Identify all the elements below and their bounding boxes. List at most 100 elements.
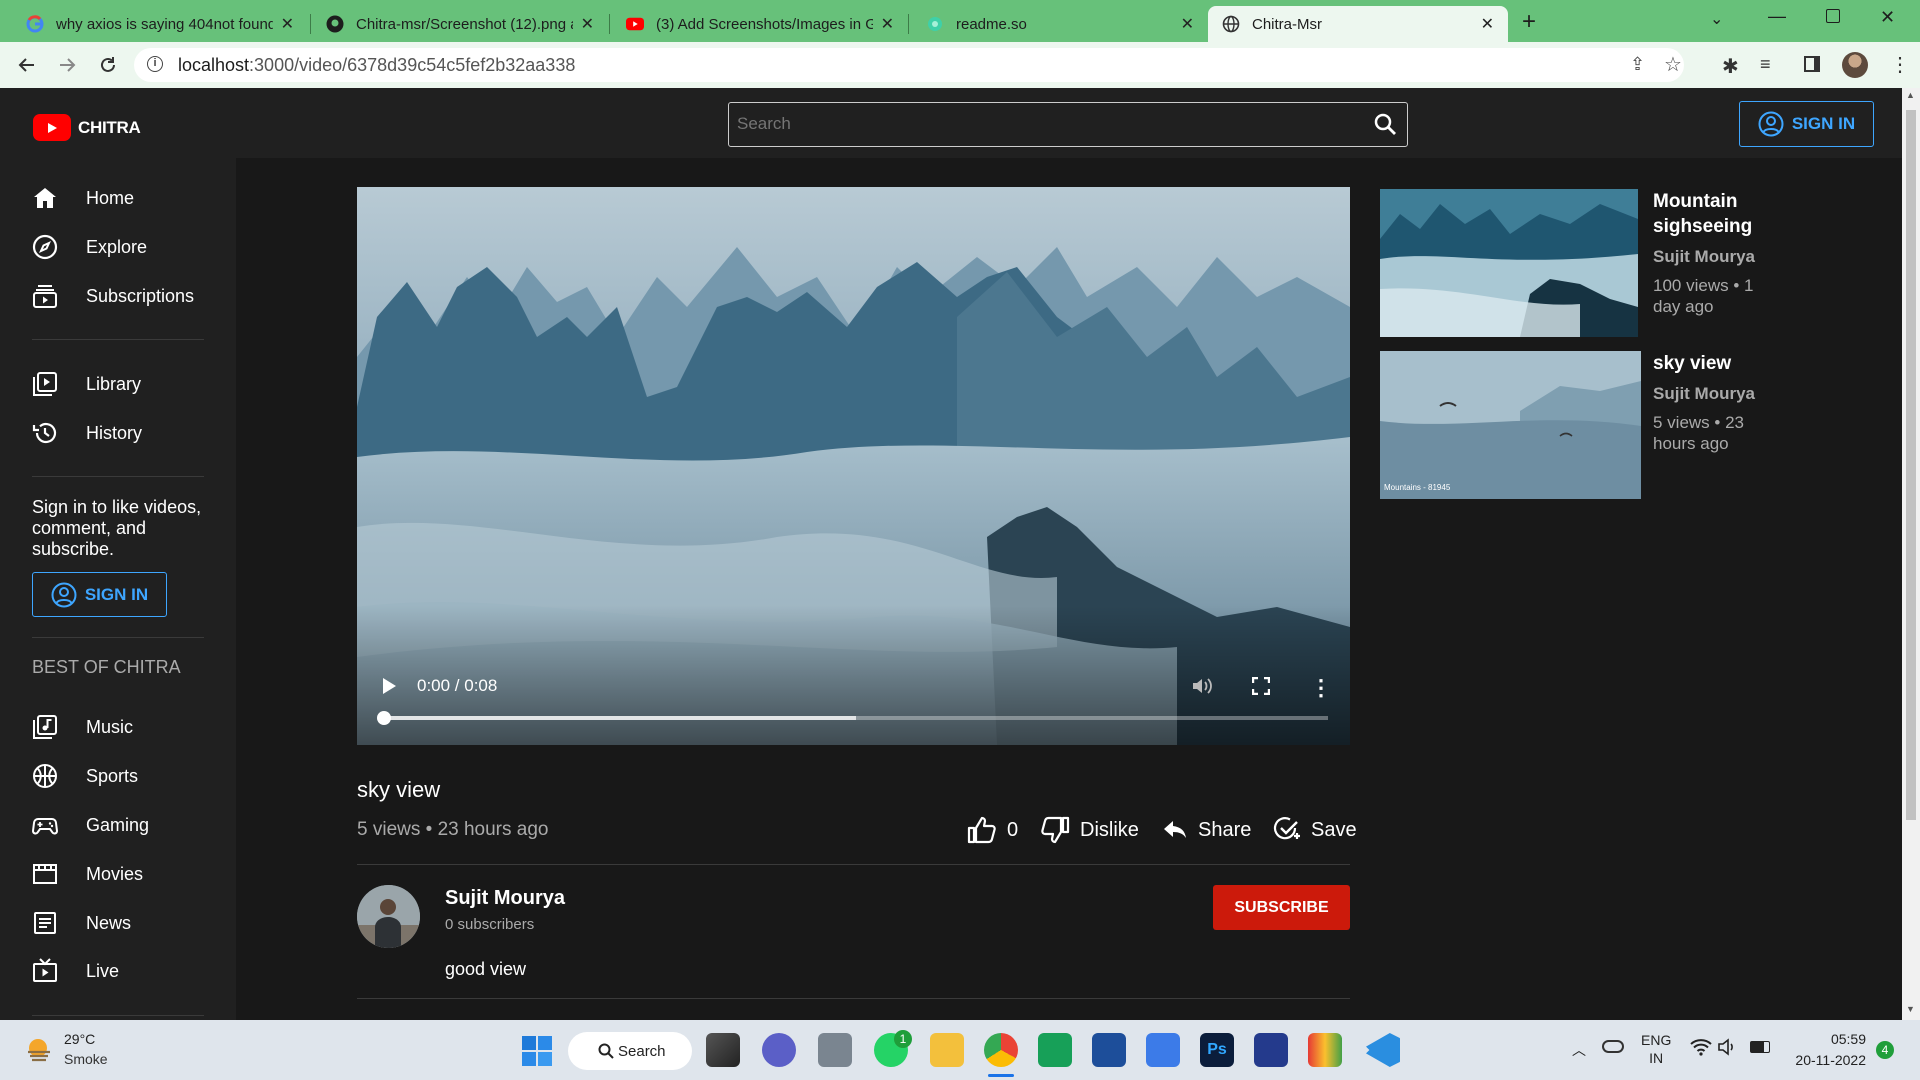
recommendation-thumbnail[interactable] (1380, 189, 1638, 337)
recommendation-thumbnail[interactable]: Mountains - 81945 (1380, 351, 1641, 499)
page-scrollbar[interactable]: ▲ ▼ (1902, 88, 1920, 1020)
profile-avatar[interactable] (1842, 52, 1868, 78)
back-icon[interactable] (15, 53, 39, 77)
chevron-up-icon[interactable]: ︿ (1572, 1040, 1586, 1060)
search-input[interactable] (737, 111, 1337, 137)
header-signin-button[interactable]: SIGN IN (1739, 101, 1874, 147)
browser-tab-2[interactable]: Chitra-msr/Screenshot (12).png a ✕ (312, 6, 608, 42)
browser-tab-4[interactable]: readme.so ✕ (912, 6, 1208, 42)
recommendation-info: Mountain sighseeing Sujit Mourya 100 vie… (1653, 189, 1783, 317)
recommendation-title[interactable]: Mountain sighseeing (1653, 189, 1783, 239)
sidebar-item-explore[interactable]: Explore (32, 232, 147, 262)
search-icon[interactable] (1373, 112, 1397, 141)
sidebar-item-library[interactable]: Library (32, 369, 141, 399)
weather-icon[interactable] (24, 1034, 54, 1064)
app-logo[interactable]: CHITRA (33, 114, 141, 141)
subscribe-label: SUBSCRIBE (1234, 898, 1329, 916)
sidebar-divider (32, 637, 204, 638)
header-signin-label: SIGN IN (1791, 114, 1856, 133)
sidebar-item-label: Movies (86, 863, 144, 884)
photoshop-icon[interactable]: Ps (1200, 1033, 1234, 1067)
paint-icon[interactable] (1308, 1033, 1342, 1067)
github-icon (326, 15, 344, 33)
sidebar-item-live[interactable]: Live (32, 956, 119, 986)
sidebar-signin-button[interactable]: SIGN IN (32, 572, 167, 617)
browser-tab-title: Chitra-msr/Screenshot (12).png a (356, 15, 573, 33)
maximize-icon[interactable] (1826, 9, 1840, 23)
new-tab-icon[interactable]: + (1522, 8, 1536, 36)
sidebar-item-movies[interactable]: Movies (32, 859, 143, 889)
search-box (728, 102, 1408, 147)
description-divider (357, 998, 1350, 999)
browser-tab-title: why axios is saying 404not found (56, 15, 273, 33)
dislike-button[interactable]: Dislike (1040, 814, 1139, 846)
sidebar-item-subscriptions[interactable]: Subscriptions (32, 281, 194, 311)
close-icon[interactable]: ✕ (881, 14, 894, 34)
volume-icon[interactable] (1191, 676, 1213, 701)
fullscreen-icon[interactable] (1251, 676, 1271, 700)
share-button[interactable]: Share (1162, 814, 1251, 846)
sidebar-item-news[interactable]: News (32, 908, 131, 938)
calculator-icon[interactable] (818, 1033, 852, 1067)
recommendation-card[interactable]: Mountain sighseeing Sujit Mourya 100 vie… (1380, 189, 1830, 339)
windows-start-icon[interactable] (522, 1036, 552, 1071)
photos-icon[interactable] (1254, 1033, 1288, 1067)
close-icon[interactable]: ✕ (1481, 14, 1494, 34)
side-panel-icon[interactable] (1804, 56, 1820, 72)
clock-date[interactable]: 20-11-2022 (1788, 1052, 1866, 1068)
reload-icon[interactable] (96, 53, 120, 77)
recommendation-title[interactable]: sky view (1653, 351, 1783, 376)
notification-badge[interactable]: 4 (1876, 1041, 1894, 1059)
sidebar-item-sports[interactable]: Sports (32, 761, 138, 791)
weather-desc: Smoke (64, 1051, 108, 1067)
forward-icon[interactable] (55, 53, 79, 77)
save-button[interactable]: Save (1273, 814, 1357, 846)
video-player[interactable]: 0:00 / 0:08 ⋮ (357, 187, 1350, 745)
sports-icon (32, 763, 58, 789)
seek-thumb[interactable] (377, 711, 391, 725)
address-bar[interactable]: i localhost:3000/video/6378d39c54c5fef2b… (134, 48, 1684, 82)
file-explorer-icon[interactable] (930, 1033, 964, 1067)
browser-tab-3[interactable]: (3) Add Screenshots/Images in G ✕ (612, 6, 908, 42)
clock-time[interactable]: 05:59 (1794, 1031, 1866, 1047)
minimize-icon[interactable]: — (1768, 6, 1786, 27)
browser-tab-5-active[interactable]: Chitra-Msr ✕ (1208, 6, 1508, 42)
recommendation-card[interactable]: Mountains - 81945 sky view Sujit Mourya … (1380, 351, 1830, 501)
chrome-icon[interactable] (984, 1033, 1018, 1067)
browser-menu-icon[interactable]: ⋮ (1890, 52, 1910, 77)
sidebar-item-music[interactable]: Music (32, 712, 133, 742)
notepad-icon[interactable] (1146, 1033, 1180, 1067)
browser-tab-1[interactable]: why axios is saying 404not found ✕ (12, 6, 308, 42)
close-icon[interactable]: ✕ (1181, 14, 1194, 34)
like-button[interactable]: 0 (967, 814, 1018, 846)
play-icon[interactable] (381, 677, 397, 700)
channel-name[interactable]: Sujit Mourya (445, 887, 565, 910)
channel-avatar[interactable] (357, 885, 420, 948)
site-info-icon[interactable]: i (147, 56, 163, 72)
onedrive-icon[interactable] (1602, 1040, 1624, 1053)
scrollbar-thumb[interactable] (1906, 110, 1916, 820)
subscribe-button[interactable]: SUBSCRIBE (1213, 885, 1350, 930)
task-view-icon[interactable] (706, 1033, 740, 1067)
share-page-icon[interactable]: ⇪ (1630, 54, 1645, 75)
media-control-icon[interactable]: ≡ (1760, 54, 1771, 75)
bookmark-star-icon[interactable]: ☆ (1664, 52, 1682, 77)
teams-chat-icon[interactable] (762, 1033, 796, 1067)
wifi-icon[interactable] (1690, 1038, 1712, 1061)
language-indicator[interactable]: ENG IN (1641, 1032, 1671, 1066)
microsoft-store-icon[interactable] (1092, 1033, 1126, 1067)
extensions-icon[interactable]: ✱ (1722, 54, 1739, 79)
taskbar-search-button[interactable]: Search (568, 1032, 692, 1070)
close-icon[interactable]: ✕ (581, 14, 594, 34)
sidebar-item-history[interactable]: History (32, 418, 142, 448)
sidebar-item-gaming[interactable]: Gaming (32, 810, 149, 840)
window-close-icon[interactable]: ✕ (1880, 7, 1895, 28)
tab-search-icon[interactable]: ⌄ (1710, 9, 1723, 29)
speaker-icon[interactable] (1718, 1038, 1738, 1061)
battery-icon[interactable] (1750, 1041, 1770, 1053)
seek-bar[interactable] (377, 711, 1328, 725)
more-options-icon[interactable]: ⋮ (1310, 675, 1332, 701)
sidebar-item-home[interactable]: Home (32, 183, 134, 213)
close-icon[interactable]: ✕ (281, 14, 294, 34)
app-store-icon[interactable] (1038, 1033, 1072, 1067)
